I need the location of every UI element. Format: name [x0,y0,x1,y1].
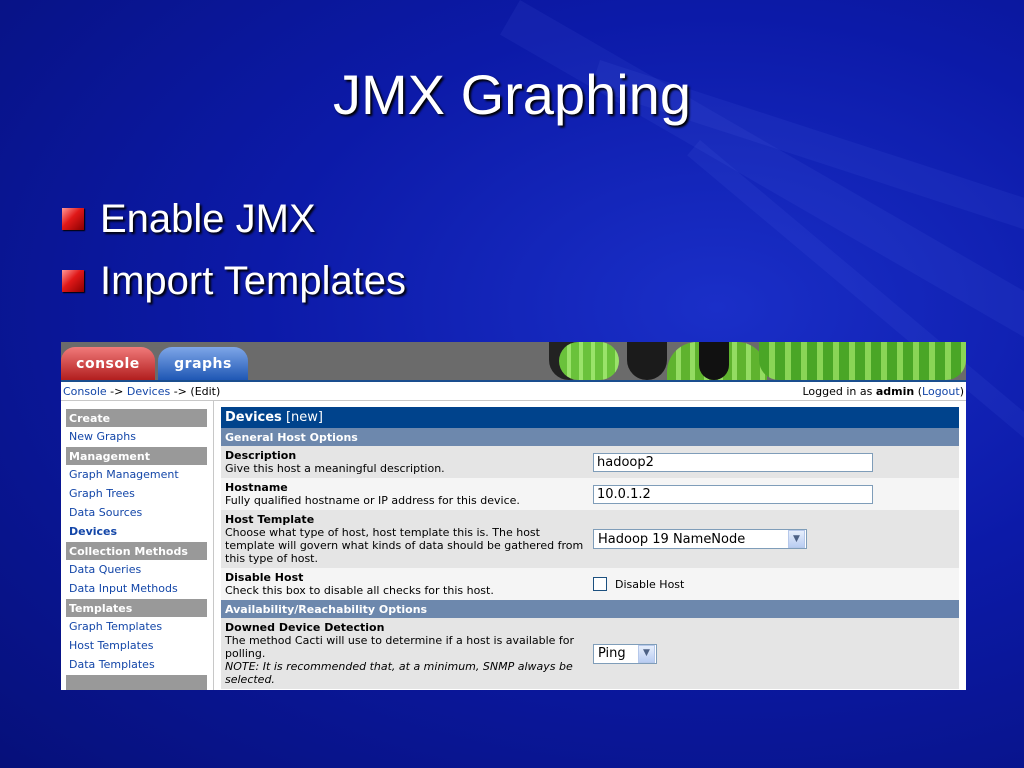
sidebar-link[interactable]: Graph Templates [69,620,162,633]
select-value: Hadoop 19 NameNode [598,531,746,547]
sidebar-link[interactable]: Data Input Methods [69,582,178,595]
section-general-host-options: General Host Options [221,428,959,446]
form-row-downed-device-detection: Downed Device Detection The method Cacti … [221,618,959,689]
sidebar-header-collection-methods: Collection Methods [66,542,207,560]
sidebar: Create New Graphs Management Graph Manag… [61,401,214,690]
bullet-text: Import Templates [100,258,407,303]
sidebar-link[interactable]: Graph Trees [69,487,135,500]
form-row-hostname: Hostname Fully qualified hostname or IP a… [221,478,959,510]
field-label: Downed Device Detection [225,621,385,634]
tab-graphs[interactable]: graphs [158,347,248,380]
field-help: The method Cacti will use to determine i… [225,634,575,660]
tab-console[interactable]: console [61,347,155,380]
breadcrumb: Console -> Devices -> (Edit) Logged in a… [61,382,966,401]
downed-detection-select[interactable]: Ping ▼ [593,643,657,664]
sidebar-item-data-queries[interactable]: Data Queries [66,560,207,579]
select-value: Ping [598,646,626,661]
breadcrumb-separator: -> [170,384,191,398]
chevron-down-icon[interactable]: ▼ [638,644,655,663]
bullet-text: Enable JMX [100,196,316,241]
chevron-down-icon[interactable]: ▼ [788,530,805,548]
field-note: NOTE: It is recommended that, at a minim… [225,660,573,686]
bullet-square-icon [62,208,84,230]
field-label: Host Template [225,513,315,526]
cacti-screenshot: console graphs Console -> Devices -> (Ed… [61,342,966,690]
field-label: Hostname [225,481,288,494]
sidebar-item-new-graphs[interactable]: New Graphs [66,427,207,446]
form-row-disable-host: Disable Host Check this box to disable al… [221,568,959,600]
form-title-suffix: [new] [285,410,323,425]
form-title: Devices [new] [221,407,959,428]
sidebar-header-create: Create [66,409,207,427]
sidebar-item-graph-trees[interactable]: Graph Trees [66,484,207,503]
slide-title: JMX Graphing [333,63,691,126]
sidebar-item-host-templates[interactable]: Host Templates [66,636,207,655]
top-bar: console graphs [61,342,966,382]
sidebar-link[interactable]: New Graphs [69,430,136,443]
login-prefix: Logged in as [802,384,876,398]
bullet-item: Enable JMX [62,188,406,250]
field-help: Give this host a meaningful description. [225,462,445,475]
sidebar-item-graph-management[interactable]: Graph Management [66,465,207,484]
sidebar-link[interactable]: Host Templates [69,639,153,652]
login-status: Logged in as admin (Logout) [802,384,964,398]
device-form: Devices [new] General Host Options Descr… [214,401,966,690]
field-help: Choose what type of host, host template … [225,526,584,565]
sidebar-link[interactable]: Graph Management [69,468,179,481]
sidebar-header-templates: Templates [66,599,207,617]
sidebar-link[interactable]: Data Queries [69,563,141,576]
form-title-text: Devices [225,410,282,425]
field-help: Check this box to disable all checks for… [225,584,494,597]
field-help: Fully qualified hostname or IP address f… [225,494,520,507]
sidebar-item-data-templates[interactable]: Data Templates [66,655,207,674]
sidebar-link[interactable]: Data Sources [69,506,142,519]
bullet-item: Import Templates [62,250,406,312]
login-user: admin [875,384,915,398]
sidebar-item-data-sources[interactable]: Data Sources [66,503,207,522]
disable-host-checkbox[interactable] [593,577,607,591]
sidebar-item-graph-templates[interactable]: Graph Templates [66,617,207,636]
breadcrumb-devices-link[interactable]: Devices [127,385,170,398]
logout-link[interactable]: Logout [922,385,960,398]
host-template-select[interactable]: Hadoop 19 NameNode ▼ [593,529,807,549]
form-row-description: Description Give this host a meaningful d… [221,446,959,478]
sidebar-link[interactable]: Data Templates [69,658,155,671]
field-label: Disable Host [225,571,304,584]
field-label: Description [225,449,297,462]
breadcrumb-separator: -> [106,384,127,398]
bullet-list: Enable JMX Import Templates [62,188,406,312]
form-row-host-template: Host Template Choose what type of host, h… [221,510,959,568]
sidebar-header-partial [66,675,207,690]
bullet-square-icon [62,270,84,292]
checkbox-label[interactable]: Disable Host [615,578,684,591]
cactus-banner-image [549,342,966,380]
breadcrumb-current: (Edit) [190,384,221,398]
breadcrumb-console-link[interactable]: Console [63,385,107,398]
sidebar-link-current[interactable]: Devices [69,525,117,538]
hostname-input[interactable]: 10.0.1.2 [593,484,873,504]
sidebar-item-data-input-methods[interactable]: Data Input Methods [66,579,207,598]
sidebar-header-management: Management [66,447,207,465]
section-availability-options: Availability/Reachability Options [221,600,959,618]
sidebar-item-devices[interactable]: Devices [66,522,207,541]
description-input[interactable]: hadoop2 [593,452,873,472]
